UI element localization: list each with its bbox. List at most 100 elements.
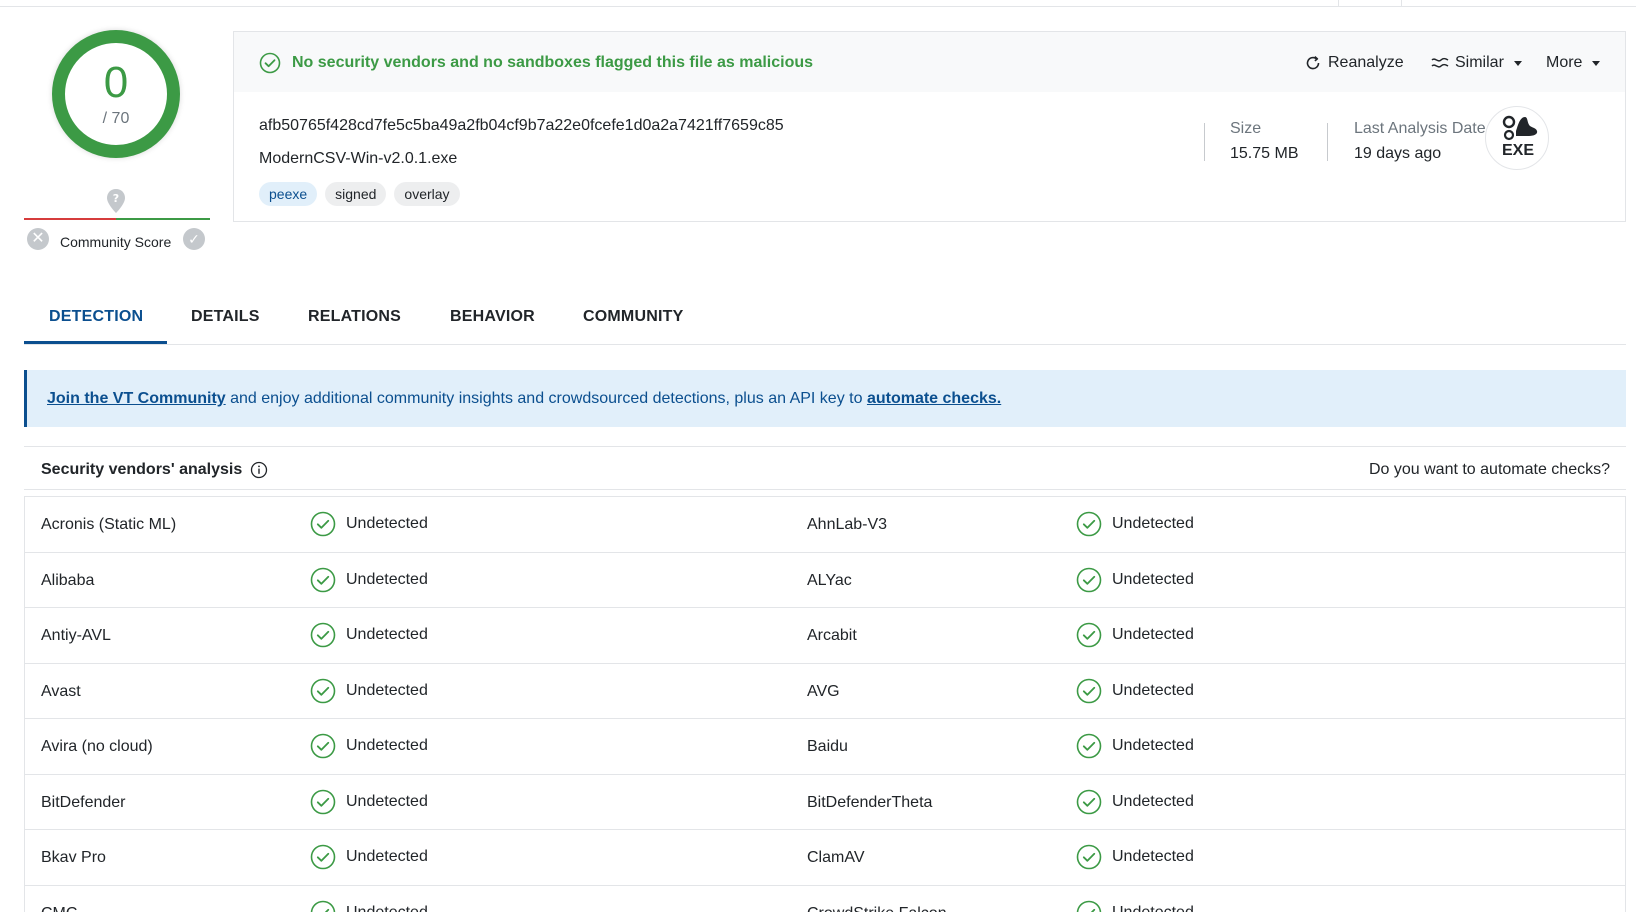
vendor-name: Bkav Pro (41, 849, 106, 866)
table-row: CMC Undetected CrowdStrike Falcon Undetecte… (25, 886, 1625, 912)
vendor-result-label: Undetected (1112, 792, 1194, 810)
check-circle-icon (310, 733, 336, 759)
vendor-result-label: Undetected (346, 515, 428, 532)
tab-details[interactable]: DETAILS (191, 308, 260, 326)
table-row: Bkav Pro Undetected ClamAV Undetected (25, 830, 1625, 886)
score-detections: 0 (103, 58, 129, 107)
similar-icon (1431, 57, 1449, 68)
vendors-analysis-title-text: Security vendors' analysis (41, 461, 243, 478)
vendor-result: Undetected (310, 622, 428, 648)
vendor-result-label: Undetected (346, 737, 428, 754)
vendor-result: Undetected (1076, 789, 1194, 815)
table-row: Alibaba Undetected ALYac Undetected (25, 553, 1625, 608)
reanalyze-label: Reanalyze (1328, 54, 1404, 71)
table-row: Acronis (Static ML) Undetected AhnLab-V3 Un… (25, 497, 1625, 553)
active-tab-indicator (24, 341, 167, 344)
vote-harmless-icon[interactable]: ✓ (183, 228, 205, 250)
svg-text:?: ? (113, 192, 119, 205)
vendor-name: BitDefender (41, 793, 126, 811)
similar-label: Similar (1455, 54, 1504, 71)
similar-button[interactable]: Similar (1431, 54, 1522, 72)
community-banner: Join the VT Community and enjoy addition… (24, 370, 1626, 427)
more-button[interactable]: More (1546, 54, 1601, 72)
detection-score: 0 / 70 (52, 30, 180, 158)
check-circle-icon (310, 844, 336, 870)
automate-checks-prompt[interactable]: Do you want to automate checks? (1369, 461, 1610, 479)
vendors-analysis-header: Security vendors' analysis Do you want t… (24, 446, 1626, 490)
file-summary-card: No security vendors and no sandboxes fla… (233, 31, 1626, 222)
map-pin-question-icon: ? (107, 189, 125, 213)
check-circle-icon (259, 52, 281, 74)
table-row: Avast Undetected AVG Undetected (25, 664, 1625, 719)
vendor-result-label: Undetected (346, 681, 428, 699)
chevron-down-icon (1592, 60, 1601, 66)
tab-community[interactable]: COMMUNITY (583, 308, 683, 326)
vendor-result: Undetected (1076, 511, 1194, 537)
tag-overlay[interactable]: overlay (394, 182, 460, 206)
info-icon[interactable] (250, 461, 268, 479)
refresh-icon (1306, 55, 1320, 70)
check-circle-icon (1076, 844, 1102, 870)
check-circle-icon (1076, 900, 1102, 912)
exe-gears-icon (1502, 115, 1538, 141)
banner-middle-text: and enjoy additional community insights … (225, 390, 867, 407)
tag-peexe[interactable]: peexe (259, 182, 318, 206)
vendor-result: Undetected (310, 511, 428, 537)
check-circle-icon (1076, 511, 1102, 537)
chevron-down-icon (1513, 60, 1522, 66)
community-score-label: Community Score (60, 234, 172, 250)
vendor-result: Undetected (310, 567, 428, 593)
file-hash[interactable]: afb50765f428cd7fe5c5ba49a2fb04cf9b7a22e0… (259, 117, 784, 135)
file-tags: peexe signed overlay (259, 182, 460, 206)
top-nav-divider (1338, 0, 1339, 7)
check-circle-icon (1076, 622, 1102, 648)
join-community-link[interactable]: Join the VT Community (47, 390, 226, 407)
check-circle-icon (310, 567, 336, 592)
check-circle-icon (1076, 789, 1102, 814)
reanalyze-button[interactable]: Reanalyze (1304, 54, 1404, 72)
vendor-name: BitDefenderTheta (807, 793, 933, 811)
check-circle-icon (1076, 678, 1102, 703)
vendor-name: AhnLab-V3 (807, 516, 888, 533)
tag-signed[interactable]: signed (325, 182, 387, 206)
vendor-result: Undetected (310, 678, 428, 704)
vendor-name: Baidu (807, 738, 848, 755)
check-circle-icon (1076, 733, 1102, 759)
file-name: ModernCSV-Win-v2.0.1.exe (259, 150, 458, 167)
check-circle-icon (310, 789, 336, 814)
vendor-result: Undetected (310, 733, 428, 759)
vendor-result: Undetected (1076, 733, 1194, 759)
vendor-result-label: Undetected (346, 792, 428, 810)
check-circle-icon (310, 900, 336, 912)
vendor-name: CrowdStrike Falcon (807, 905, 947, 912)
vendor-result: Undetected (1076, 900, 1194, 912)
check-circle-icon (310, 622, 336, 648)
check-circle-icon (310, 678, 336, 703)
vendor-result: Undetected (310, 900, 428, 912)
vendor-result: Undetected (1076, 844, 1194, 870)
vendor-name: Antiy-AVL (41, 627, 111, 644)
community-score-bar (24, 218, 210, 220)
size-value: 15.75 MB (1230, 145, 1299, 162)
automate-checks-link[interactable]: automate checks. (867, 390, 1001, 407)
tab-behavior[interactable]: BEHAVIOR (450, 308, 535, 326)
top-nav-bar (0, 0, 1636, 7)
tab-detection[interactable]: DETECTION (49, 308, 143, 326)
vendor-result: Undetected (310, 844, 428, 870)
vendor-name: Avira (no cloud) (41, 738, 153, 755)
score-total: / 70 (102, 110, 130, 127)
check-circle-icon (310, 511, 336, 537)
file-type-badge: EXE (1485, 106, 1549, 170)
vote-malicious-icon[interactable]: ✕ (27, 228, 49, 250)
top-nav-divider (1401, 0, 1402, 7)
vendor-name: Alibaba (41, 571, 95, 589)
vendor-result-label: Undetected (1112, 570, 1194, 588)
tab-relations[interactable]: RELATIONS (308, 308, 401, 326)
vendor-result-label: Undetected (346, 570, 428, 588)
vendor-result-label: Undetected (346, 848, 428, 865)
status-message: No security vendors and no sandboxes fla… (292, 54, 814, 71)
table-row: Avira (no cloud) Undetected Baidu Undetecte… (25, 719, 1625, 775)
file-type-label: EXE (1501, 142, 1534, 159)
vendors-table: Acronis (Static ML) Undetected AhnLab-V3 Un… (24, 496, 1626, 912)
vendor-result: Undetected (310, 789, 428, 815)
